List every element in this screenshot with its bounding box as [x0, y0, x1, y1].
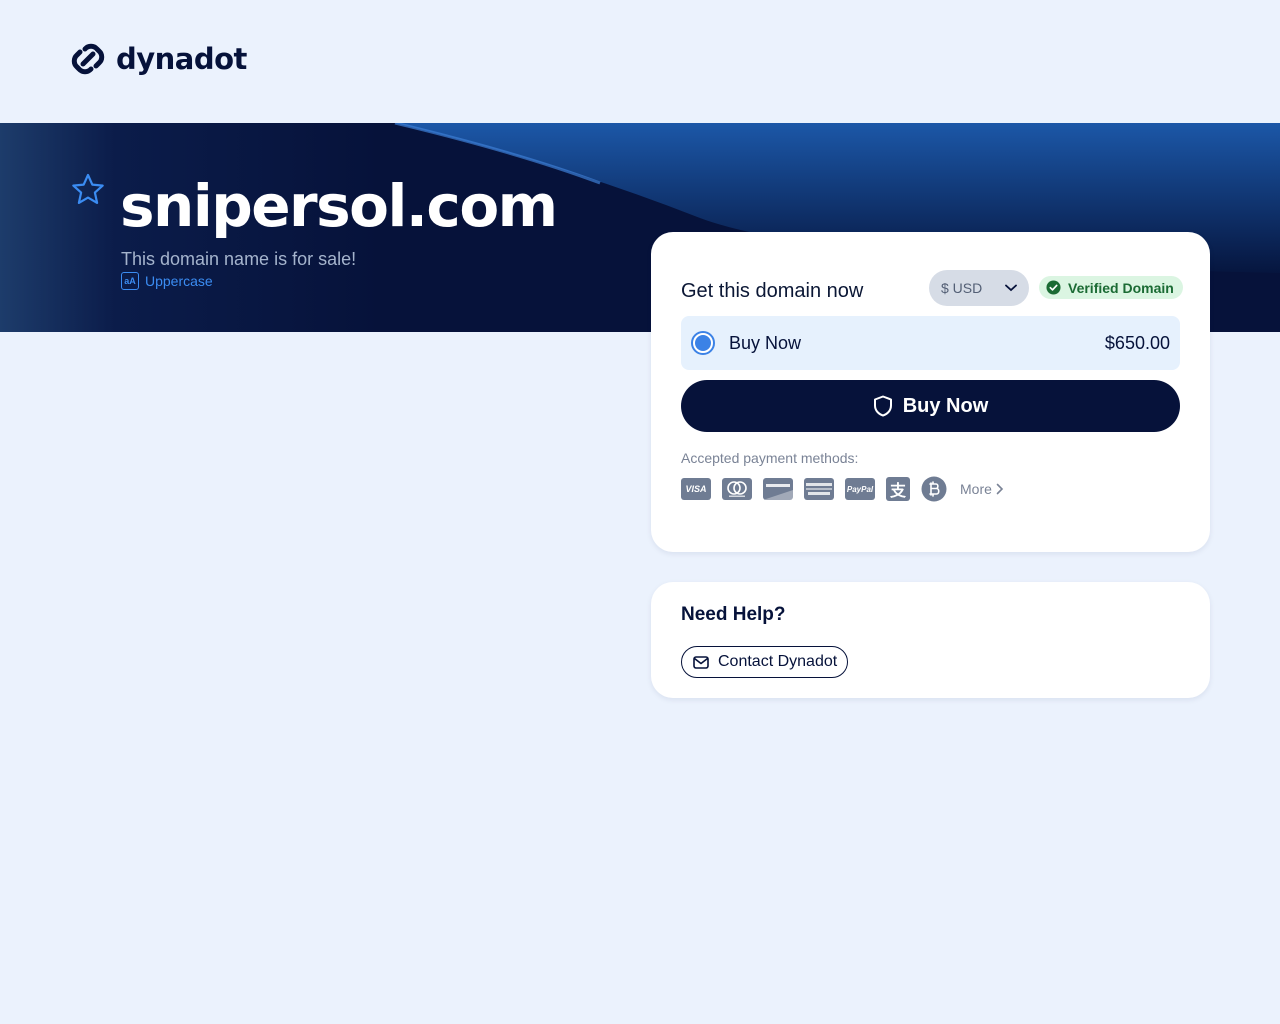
domain-name: snipersol.com: [120, 172, 558, 240]
contact-dynadot-button[interactable]: Contact Dynadot: [681, 646, 849, 678]
purchase-title: Get this domain now: [681, 280, 864, 302]
verified-label: Verified Domain: [1068, 279, 1174, 296]
option-label: Buy Now: [729, 332, 802, 353]
brand-name: dynadot: [116, 42, 247, 76]
site-header: dynadot: [0, 0, 1280, 123]
payment-methods-label: Accepted payment methods:: [681, 450, 859, 466]
alipay-icon: 支: [886, 477, 910, 502]
chain-link-icon: [71, 43, 105, 75]
verified-domain-badge: Verified Domain: [1039, 276, 1183, 299]
buy-now-label: Buy Now: [902, 394, 989, 417]
chevron-right-icon: [996, 483, 1004, 495]
help-title: Need Help?: [681, 604, 786, 625]
chevron-down-icon: [1005, 284, 1017, 292]
for-sale-text: This domain name is for sale!: [121, 249, 357, 269]
uppercase-icon: aA: [121, 272, 139, 290]
favorite-star-icon[interactable]: [70, 172, 106, 208]
option-price: $650.00: [1104, 332, 1170, 353]
dynadot-logo[interactable]: dynadot: [68, 38, 247, 80]
bitcoin-icon: [921, 476, 947, 502]
buy-now-option[interactable]: Buy Now $650.00: [681, 316, 1180, 370]
visa-icon: VISA: [681, 477, 711, 502]
shield-icon: [873, 395, 892, 417]
paypal-icon: PayPal: [845, 477, 875, 502]
discover-icon: [763, 477, 793, 502]
amex-icon: [804, 477, 834, 502]
uppercase-label: Uppercase: [145, 273, 213, 289]
buy-now-radio[interactable]: [691, 331, 715, 355]
buy-now-button[interactable]: Buy Now: [681, 380, 1180, 432]
currency-select[interactable]: $ USD: [929, 270, 1029, 306]
more-payments-link[interactable]: More: [960, 481, 1004, 497]
payment-methods-row: VISA PayPal 支 More: [681, 476, 1004, 502]
more-label: More: [960, 481, 992, 497]
contact-label: Contact Dynadot: [718, 653, 838, 670]
currency-value: $ USD: [941, 280, 983, 296]
check-circle-icon: [1046, 280, 1061, 295]
uppercase-toggle[interactable]: aA Uppercase: [121, 272, 213, 290]
help-card: [651, 582, 1210, 698]
mail-icon: [693, 655, 709, 669]
mastercard-icon: [722, 477, 752, 502]
